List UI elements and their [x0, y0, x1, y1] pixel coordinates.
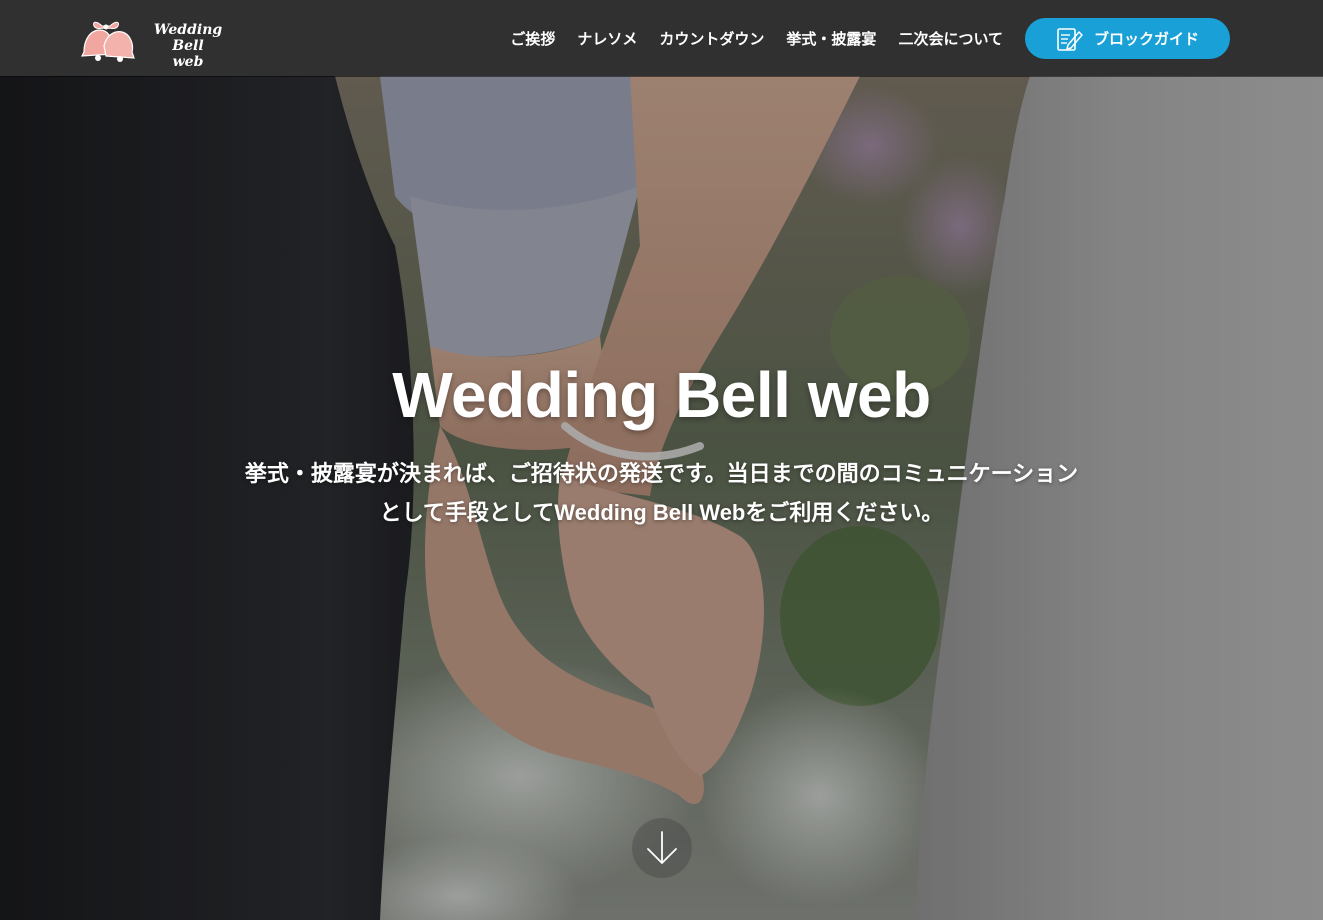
nav-item-after-party[interactable]: 二次会について: [898, 28, 1003, 49]
nav-item-ceremony-reception[interactable]: 挙式・披露宴: [786, 28, 876, 49]
hero-subtitle: 挙式・披露宴が決まれば、ご招待状の発送です。当日までの間のコミュニケーション と…: [180, 456, 1143, 533]
hero-title: Wedding Bell web: [392, 359, 931, 431]
logo-text-line2: web: [172, 54, 204, 70]
wedding-bells-icon: [80, 21, 135, 62]
edit-note-icon: [1057, 27, 1083, 51]
hero-section: Wedding Bell web 挙式・披露宴が決まれば、ご招待状の発送です。当…: [0, 76, 1323, 920]
hero-subtitle-line1: 挙式・披露宴が決まれば、ご招待状の発送です。当日までの間のコミュニケーション: [244, 462, 1079, 487]
hero-subtitle-line2-pre: として手段として: [379, 501, 555, 526]
site-header: Wedding Bell web ご挨拶 ナレソメ カウントダウン 挙式・披露宴…: [0, 0, 1323, 76]
site-logo[interactable]: Wedding Bell web: [78, 14, 248, 70]
nav-item-greeting[interactable]: ご挨拶: [510, 28, 555, 49]
nav-item-how-we-met[interactable]: ナレソメ: [577, 28, 637, 49]
hero-subtitle-line2-post: をご利用ください。: [745, 501, 944, 526]
scroll-down-button[interactable]: [632, 818, 692, 878]
logo-text-line1: Wedding Bell: [153, 22, 223, 54]
block-guide-button-label: ブロックガイド: [1093, 30, 1199, 48]
arrow-down-icon: [647, 831, 677, 864]
main-nav: ご挨拶 ナレソメ カウントダウン 挙式・披露宴 二次会について: [510, 26, 1003, 50]
hero-subtitle-brand: Wedding Bell Web: [554, 500, 746, 525]
logo-text: Wedding Bell web: [140, 22, 236, 70]
hero-subtitle-line2: として手段としてWedding Bell Webをご利用ください。: [180, 494, 1143, 533]
nav-item-countdown[interactable]: カウントダウン: [659, 28, 764, 49]
block-guide-button[interactable]: ブロックガイド: [1025, 18, 1230, 59]
